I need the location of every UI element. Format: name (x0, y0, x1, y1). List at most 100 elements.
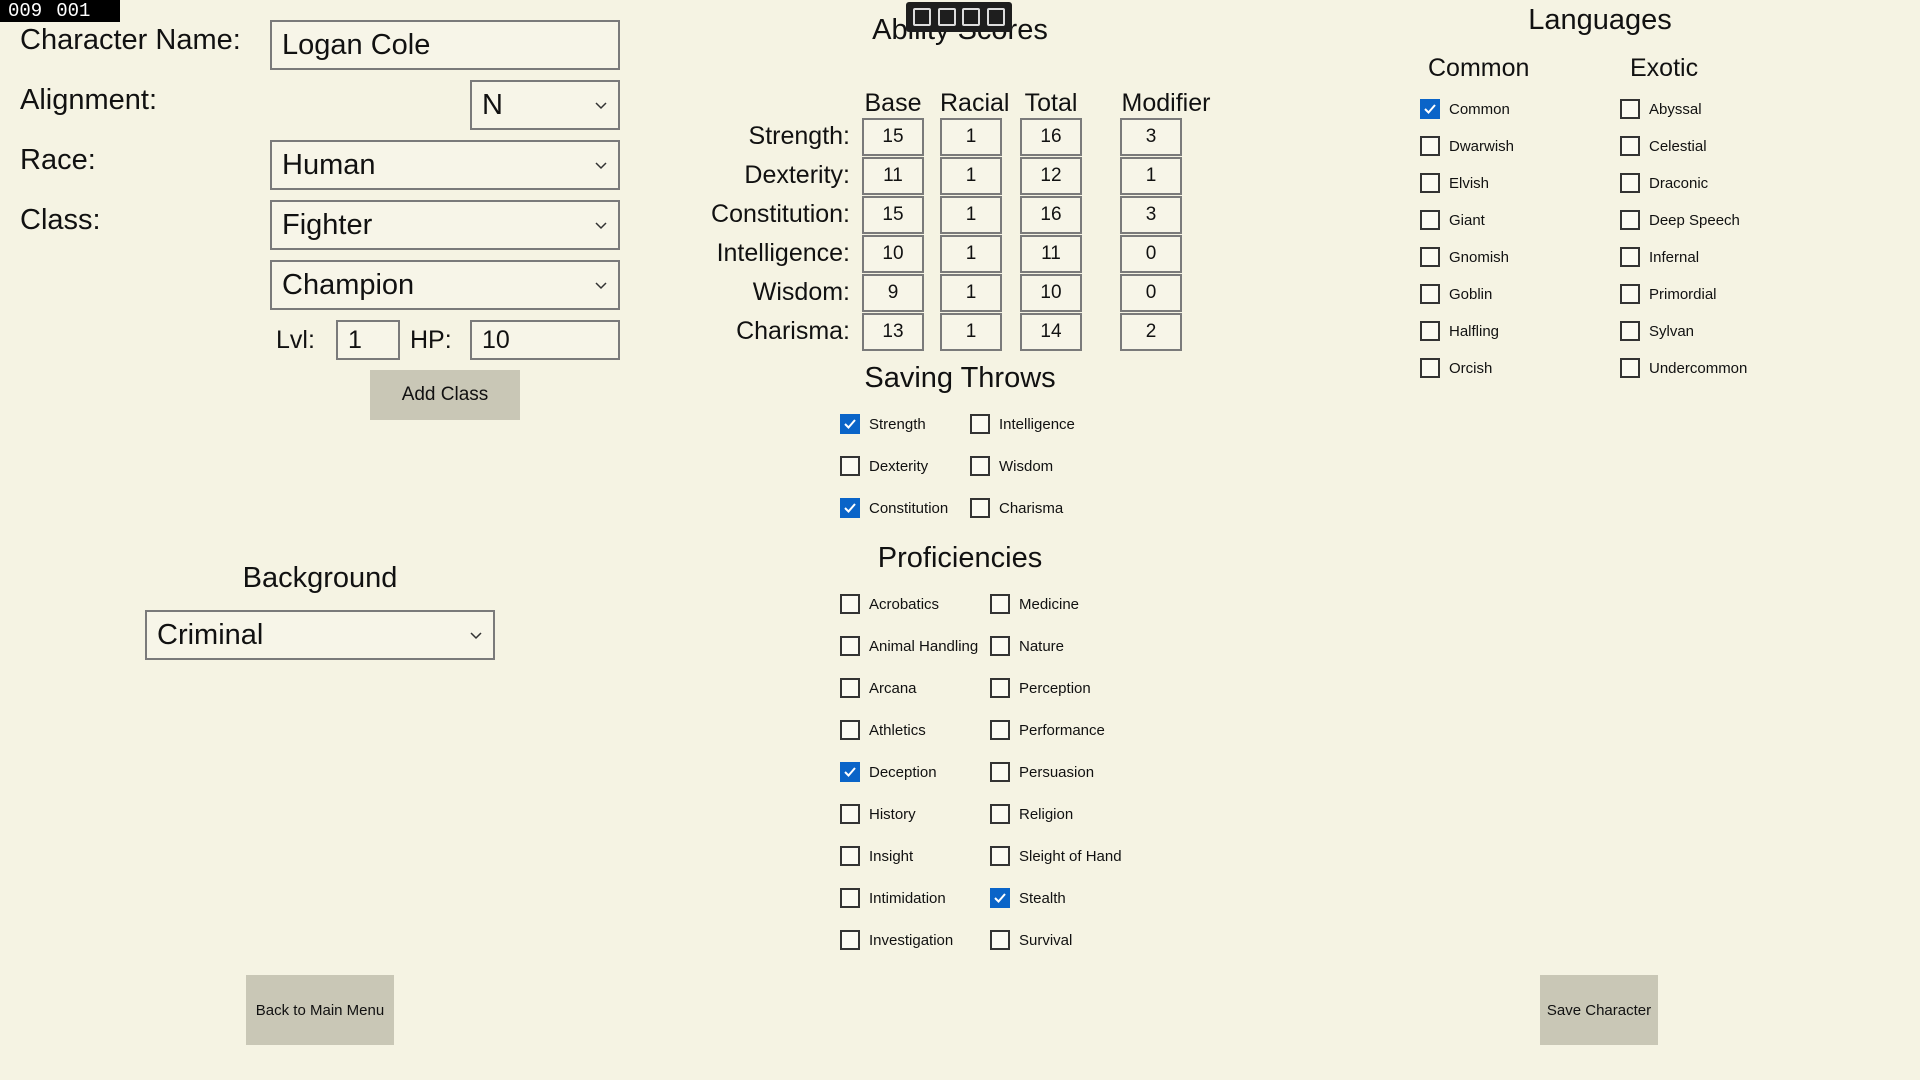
ability-mod-field[interactable]: 2 (1120, 313, 1182, 351)
saving-throw-checkbox[interactable]: Dexterity (840, 456, 928, 476)
proficiency-checkbox[interactable]: Medicine (990, 594, 1079, 614)
language-checkbox[interactable]: Orcish (1420, 358, 1492, 378)
proficiency-checkbox[interactable]: Arcana (840, 678, 917, 698)
ability-total-field[interactable]: 10 (1020, 274, 1082, 312)
checkbox[interactable] (1420, 210, 1440, 230)
checkbox[interactable] (990, 594, 1010, 614)
checkbox[interactable] (1420, 99, 1440, 119)
language-checkbox[interactable]: Giant (1420, 210, 1485, 230)
checkbox[interactable] (1620, 247, 1640, 267)
checkbox[interactable] (1420, 173, 1440, 193)
ability-racial-field[interactable]: 1 (940, 274, 1002, 312)
checkbox[interactable] (840, 498, 860, 518)
proficiency-checkbox[interactable]: Deception (840, 762, 937, 782)
checkbox[interactable] (990, 636, 1010, 656)
ability-base-field[interactable]: 9 (862, 274, 924, 312)
pointer-icon[interactable] (937, 8, 956, 26)
saving-throw-checkbox[interactable]: Intelligence (970, 414, 1075, 434)
ability-racial-field[interactable]: 1 (940, 313, 1002, 351)
checkbox[interactable] (990, 762, 1010, 782)
checkbox[interactable] (840, 804, 860, 824)
checkbox[interactable] (990, 678, 1010, 698)
proficiency-checkbox[interactable]: Investigation (840, 930, 953, 950)
proficiency-checkbox[interactable]: Religion (990, 804, 1073, 824)
checkbox[interactable] (990, 930, 1010, 950)
checkbox[interactable] (1620, 136, 1640, 156)
checkbox[interactable] (970, 498, 990, 518)
background-select[interactable]: Criminal (145, 610, 495, 660)
checkbox[interactable] (840, 594, 860, 614)
ability-mod-field[interactable]: 0 (1120, 274, 1182, 312)
language-checkbox[interactable]: Elvish (1420, 173, 1489, 193)
checkbox[interactable] (990, 804, 1010, 824)
checkbox[interactable] (840, 846, 860, 866)
language-checkbox[interactable]: Infernal (1620, 247, 1699, 267)
checkbox[interactable] (990, 846, 1010, 866)
saving-throw-checkbox[interactable]: Wisdom (970, 456, 1053, 476)
proficiency-checkbox[interactable]: Sleight of Hand (990, 846, 1122, 866)
ability-racial-field[interactable]: 1 (940, 157, 1002, 195)
language-checkbox[interactable]: Primordial (1620, 284, 1717, 304)
checkbox[interactable] (1620, 321, 1640, 341)
character-name-input[interactable]: Logan Cole (270, 20, 620, 70)
checkbox[interactable] (840, 636, 860, 656)
checkbox[interactable] (1620, 358, 1640, 378)
saving-throw-checkbox[interactable]: Charisma (970, 498, 1063, 518)
checkbox[interactable] (1420, 284, 1440, 304)
language-checkbox[interactable]: Halfling (1420, 321, 1499, 341)
proficiency-checkbox[interactable]: Acrobatics (840, 594, 939, 614)
ability-base-field[interactable]: 10 (862, 235, 924, 273)
checkbox[interactable] (1620, 173, 1640, 193)
saving-throw-checkbox[interactable]: Constitution (840, 498, 948, 518)
language-checkbox[interactable]: Celestial (1620, 136, 1707, 156)
checkbox[interactable] (840, 720, 860, 740)
ability-mod-field[interactable]: 3 (1120, 118, 1182, 156)
checkbox[interactable] (1420, 136, 1440, 156)
ability-mod-field[interactable]: 0 (1120, 235, 1182, 273)
ability-total-field[interactable]: 16 (1020, 196, 1082, 234)
proficiency-checkbox[interactable]: Intimidation (840, 888, 946, 908)
class-select[interactable]: Fighter (270, 200, 620, 250)
checkbox[interactable] (840, 930, 860, 950)
checkbox[interactable] (1620, 99, 1640, 119)
ability-base-field[interactable]: 15 (862, 118, 924, 156)
ability-total-field[interactable]: 11 (1020, 235, 1082, 273)
checkbox[interactable] (1420, 358, 1440, 378)
proficiency-checkbox[interactable]: Survival (990, 930, 1072, 950)
checkbox[interactable] (1420, 321, 1440, 341)
proficiency-checkbox[interactable]: Animal Handling (840, 636, 978, 656)
ability-total-field[interactable]: 14 (1020, 313, 1082, 351)
proficiency-checkbox[interactable]: Performance (990, 720, 1105, 740)
language-checkbox[interactable]: Abyssal (1620, 99, 1702, 119)
hp-input[interactable]: 10 (470, 320, 620, 360)
language-checkbox[interactable]: Draconic (1620, 173, 1708, 193)
checkbox[interactable] (990, 720, 1010, 740)
checkbox[interactable] (970, 456, 990, 476)
language-checkbox[interactable]: Dwarwish (1420, 136, 1514, 156)
ability-mod-field[interactable]: 1 (1120, 157, 1182, 195)
proficiency-checkbox[interactable]: Perception (990, 678, 1091, 698)
checkbox[interactable] (990, 888, 1010, 908)
saving-throw-checkbox[interactable]: Strength (840, 414, 926, 434)
ability-base-field[interactable]: 11 (862, 157, 924, 195)
ability-racial-field[interactable]: 1 (940, 196, 1002, 234)
checkbox[interactable] (840, 414, 860, 434)
checkbox[interactable] (840, 888, 860, 908)
language-checkbox[interactable]: Goblin (1420, 284, 1492, 304)
ability-total-field[interactable]: 12 (1020, 157, 1082, 195)
ability-racial-field[interactable]: 1 (940, 118, 1002, 156)
ability-base-field[interactable]: 13 (862, 313, 924, 351)
ability-racial-field[interactable]: 1 (940, 235, 1002, 273)
ability-base-field[interactable]: 15 (862, 196, 924, 234)
subclass-select[interactable]: Champion (270, 260, 620, 310)
checkbox[interactable] (1620, 210, 1640, 230)
checkbox[interactable] (970, 414, 990, 434)
level-input[interactable]: 1 (336, 320, 400, 360)
alignment-select[interactable]: N (470, 80, 620, 130)
checkbox[interactable] (1620, 284, 1640, 304)
proficiency-checkbox[interactable]: Persuasion (990, 762, 1094, 782)
save-character-button[interactable]: Save Character (1540, 975, 1658, 1045)
checkbox[interactable] (1420, 247, 1440, 267)
inspect-icon[interactable] (986, 8, 1005, 26)
back-to-main-menu-button[interactable]: Back to Main Menu (246, 975, 394, 1045)
